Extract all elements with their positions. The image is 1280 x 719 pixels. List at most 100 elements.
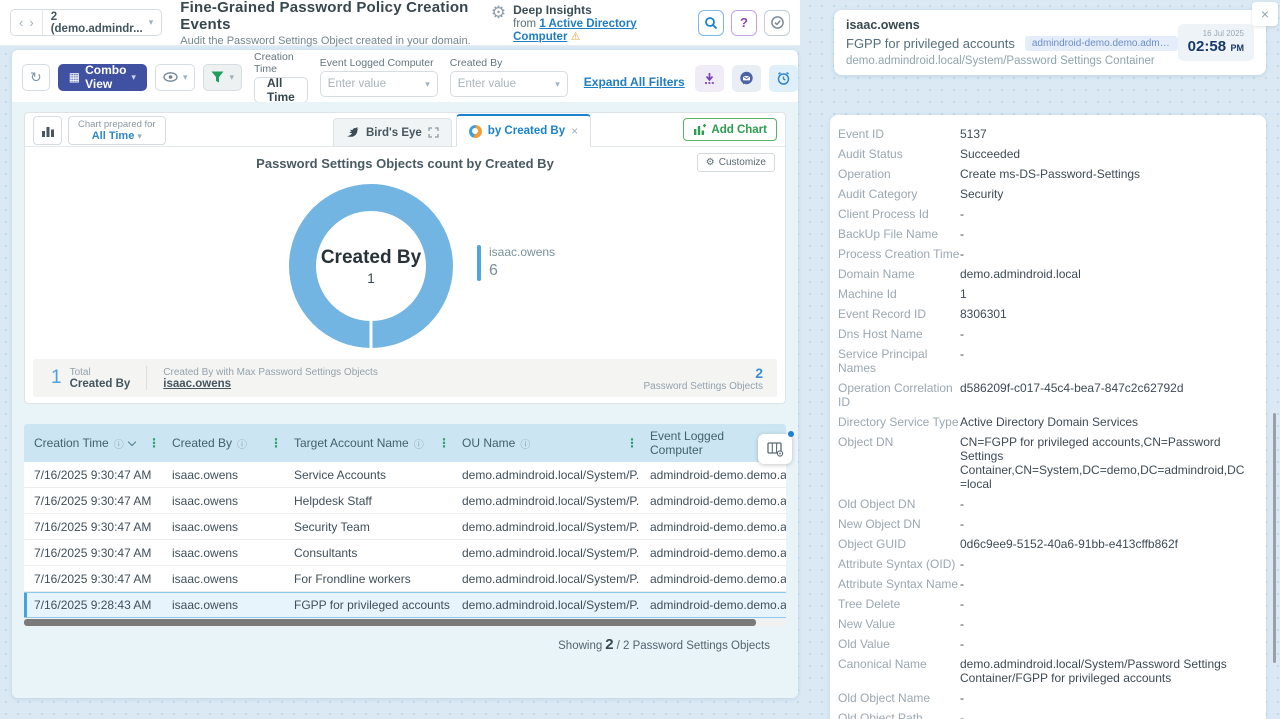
column-settings-button[interactable] [758,434,792,464]
detail-field-value: Create ms-DS-Password-Settings [960,167,1140,181]
chart-type-button[interactable] [33,116,62,145]
column-menu-icon[interactable]: ⋮ [270,436,282,450]
report-selector[interactable]: 2 (demo.admindr... ▾ [42,10,162,35]
detail-field-row: Audit Category Security [830,187,1266,201]
summary-max-value-link[interactable]: isaac.owens [163,378,378,390]
detail-field-value: - [960,247,964,261]
detail-field-row: Old Object Path - [830,711,1266,719]
column-created-by[interactable]: Created By ⓘ ⋮ [162,424,284,462]
column-menu-icon[interactable]: ⋮ [438,436,450,450]
detail-field-label: Attribute Syntax Name [838,577,960,591]
detail-field-value: 5137 [960,127,987,141]
detail-field-row: Directory Service Type Active Directory … [830,415,1266,429]
close-tab-icon[interactable]: × [571,124,578,138]
search-button[interactable] [698,10,724,36]
column-label: Created By [172,436,232,450]
column-label: Target Account Name [294,436,409,450]
cell-creation-time: 7/16/2025 9:30:47 AM [24,494,162,508]
detail-field-value: - [960,497,964,511]
chevron-down-icon: ▾ [137,131,142,141]
refresh-button[interactable]: ↻ [22,64,50,91]
feedback-button[interactable] [732,65,761,92]
sort-desc-icon[interactable] [127,437,135,445]
detail-field-label: Operation Correlation ID [838,381,960,409]
detail-field-row: Machine Id 1 [830,287,1266,301]
add-chart-button[interactable]: Add Chart [683,118,777,141]
cell-created-by: isaac.owens [162,546,284,560]
detail-field-label: Service Principal Names [838,347,960,375]
back-icon[interactable]: ‹ [19,10,23,35]
table-row[interactable]: 7/16/2025 9:30:47 AM isaac.owens Helpdes… [24,488,786,514]
column-creation-time[interactable]: Creation Time ⓘ ⋮ [24,424,162,462]
created-by-select[interactable]: Enter value ▾ [450,71,568,97]
panel-close-button[interactable]: × [1252,2,1278,26]
table-row[interactable]: 7/16/2025 9:28:43 AM isaac.owens FGPP fo… [24,592,786,618]
table-row[interactable]: 7/16/2025 9:30:47 AM isaac.owens Service… [24,462,786,488]
detail-field-row: Event ID 5137 [830,127,1266,141]
chart-period-dropdown[interactable]: Chart prepared for All Time ▾ [68,116,166,145]
customize-button[interactable]: ⚙ Customize [697,153,775,172]
detail-field-row: BackUp File Name - [830,227,1266,241]
expand-icon[interactable] [428,127,439,138]
forward-icon[interactable]: › [29,10,33,35]
column-ou-name[interactable]: OU Name ⓘ ⋮ [452,424,640,462]
detail-field-row: Tree Delete - [830,597,1266,611]
breadcrumb: ‹ › 2 (demo.admindr... ▾ [10,9,162,36]
help-button[interactable]: ? [731,10,757,36]
chart-title-row: Password Settings Objects count by Creat… [25,147,785,179]
donut-ring[interactable]: Created By 1 [289,184,453,348]
detail-field-row: Client Process Id - [830,207,1266,221]
creation-time-filter-button[interactable]: All Time [254,77,308,103]
page-title: Fine-Grained Password Policy Creation Ev… [180,0,477,33]
creation-time-filter-value: All Time [267,76,295,104]
select-placeholder: Enter value [458,78,516,90]
summary-total-sub: Total [70,367,131,378]
event-logged-computer-select[interactable]: Enter value ▾ [320,71,438,97]
tab-by-created-by[interactable]: by Created By × [456,114,591,147]
filter-button[interactable]: ▾ [203,64,242,91]
column-menu-icon[interactable]: ⋮ [626,436,638,450]
add-chart-label: Add Chart [711,124,767,136]
grid-icon: ▦ [69,70,80,84]
table-row[interactable]: 7/16/2025 9:30:47 AM isaac.owens Consult… [24,540,786,566]
info-icon[interactable]: ⓘ [114,436,124,451]
summary-total-label: Created By [70,378,131,390]
table-row[interactable]: 7/16/2025 9:30:47 AM isaac.owens Securit… [24,514,786,540]
schedule-button[interactable] [764,10,790,36]
info-icon[interactable]: ⓘ [237,436,247,451]
cell-target-account-name: FGPP for privileged accounts [284,598,452,612]
view-options-button[interactable]: ▾ [155,64,196,91]
vertical-scrollbar[interactable] [1273,413,1276,663]
detail-field-value: demo.admindroid.local/System/Password Se… [960,657,1250,685]
legend-value: 6 [489,262,555,280]
summary-total-value: 1 [51,367,62,389]
detail-field-label: New Value [838,617,960,631]
download-button[interactable] [695,65,724,92]
table-row[interactable]: 7/16/2025 9:30:47 AM isaac.owens For Fro… [24,566,786,592]
gear-icon: ⚙ [706,157,715,168]
column-target-account-name[interactable]: Target Account Name ⓘ ⋮ [284,424,452,462]
detail-field-row: Service Principal Names - [830,347,1266,375]
expand-all-filters-link[interactable]: Expand All Filters [584,75,685,89]
scrollbar-thumb[interactable] [24,619,756,626]
combo-view-button[interactable]: ▦ Combo View ▾ [58,64,147,91]
detail-computer-tag[interactable]: admindroid-demo.demo.admindroi... [1025,36,1178,51]
info-icon[interactable]: ⓘ [520,436,530,451]
detail-field-value: - [960,711,964,719]
legend-text: isaac.owens 6 [489,245,555,281]
tab-birds-eye[interactable]: Bird's Eye [333,118,452,147]
toolbar-actions [695,65,798,92]
chevron-down-icon: ▾ [555,79,560,90]
tab-label: Bird's Eye [366,127,422,139]
legend-item[interactable]: isaac.owens 6 [477,245,555,281]
detail-object-line: FGPP for privileged accounts admindroid-… [846,36,1178,51]
horizontal-scrollbar[interactable] [24,618,786,627]
chart-card: Chart prepared for All Time ▾ Bird's Eye [24,112,786,404]
detail-field-value: - [960,227,964,241]
alarm-button[interactable] [769,65,798,92]
detail-field-value: - [960,597,964,611]
donut-center-value: 1 [367,271,375,286]
column-menu-icon[interactable]: ⋮ [148,436,160,450]
info-icon[interactable]: ⓘ [414,436,424,451]
eye-icon [163,72,178,82]
